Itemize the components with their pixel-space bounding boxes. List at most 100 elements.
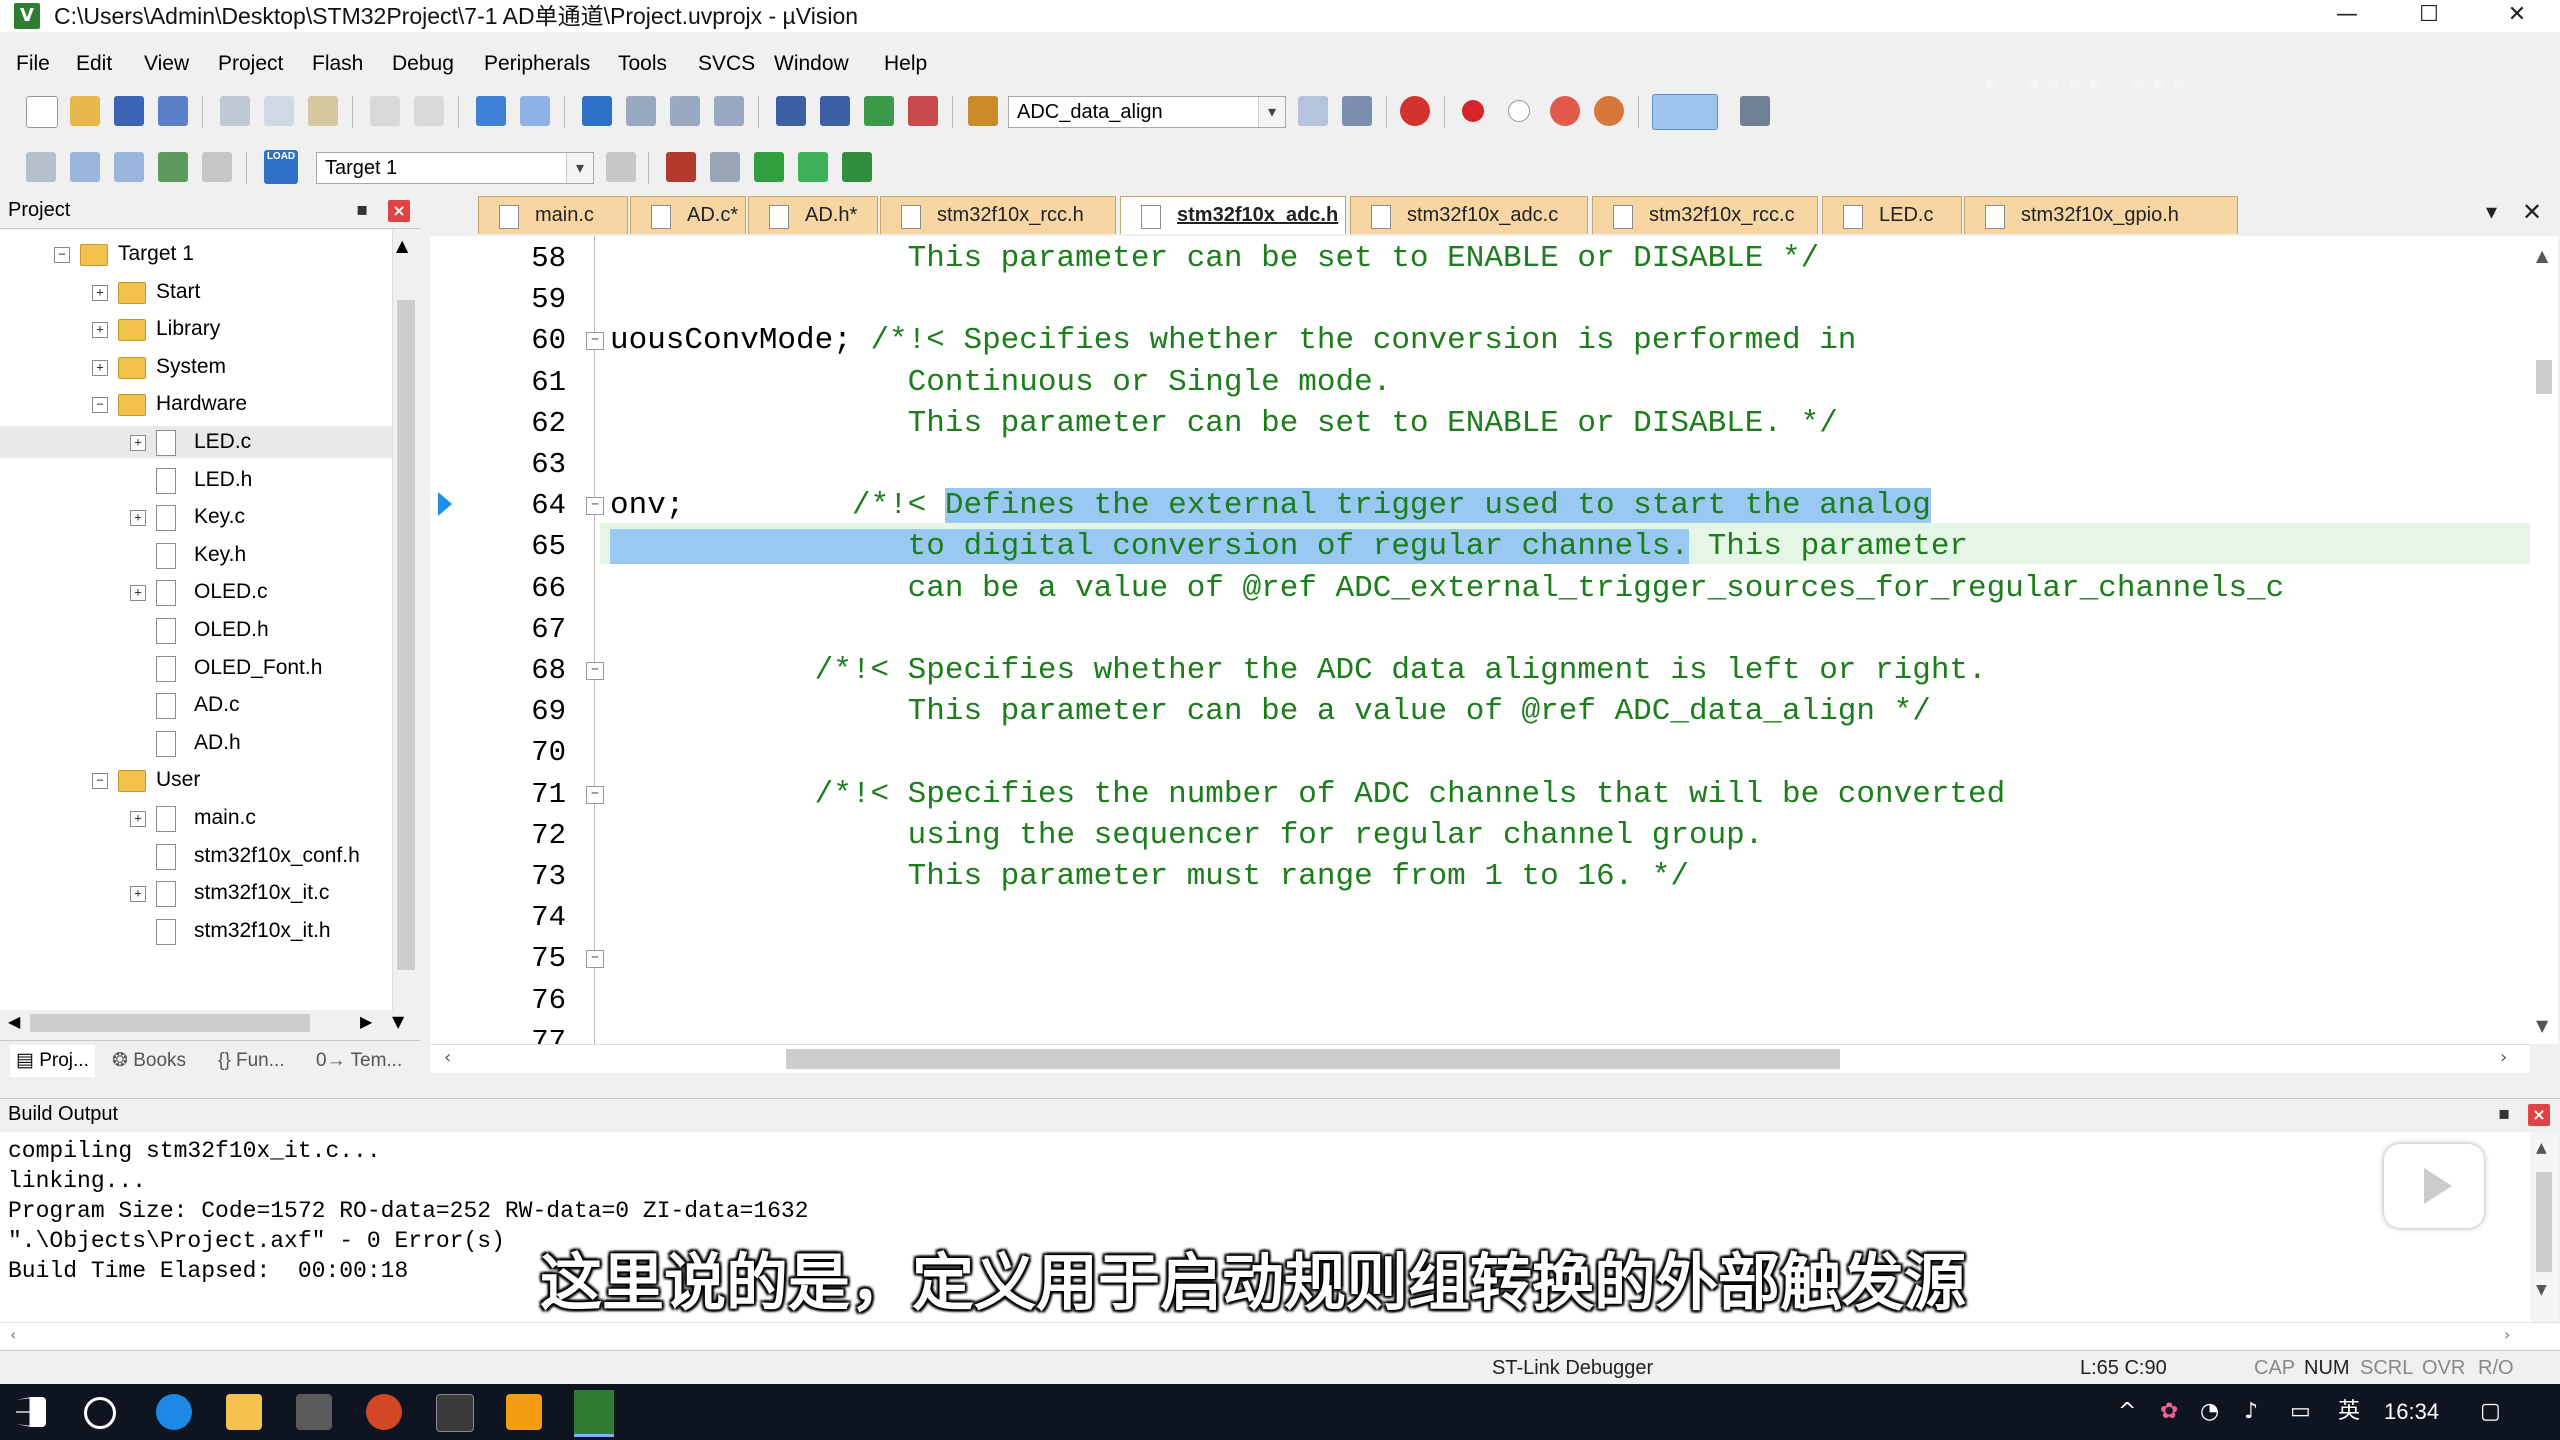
editor-tab[interactable]: stm32f10x_rcc.c	[1592, 196, 1818, 234]
tree-file[interactable]: + LED.c	[0, 426, 392, 458]
scrollbar-thumb[interactable]	[2536, 360, 2552, 394]
scroll-down-icon[interactable]: ▼	[2536, 1016, 2548, 1035]
project-horizontal-scrollbar[interactable]: ◀ ▶ ▼	[0, 1010, 418, 1036]
build-output-horizontal-scrollbar[interactable]: ‹ ›	[0, 1322, 2560, 1349]
notifications-icon[interactable]: ▢	[2480, 1384, 2501, 1440]
new-file-icon[interactable]	[26, 96, 58, 128]
fold-toggle-icon[interactable]: −	[586, 332, 604, 351]
tree-file[interactable]: + stm32f10x_it.c	[0, 877, 392, 909]
tab-project[interactable]: ▤ Proj...	[10, 1045, 95, 1077]
clear-bookmarks-icon[interactable]	[714, 96, 744, 126]
build-output-scrollbar[interactable]: ▲ ▼	[2530, 1132, 2558, 1322]
editor-tab[interactable]: AD.h*	[748, 196, 878, 234]
batch-build-icon[interactable]	[158, 152, 188, 182]
scroll-up-icon[interactable]: ▲	[396, 236, 408, 255]
code-editor[interactable]: 58 59 60 61 62 63 64 65 66 67 68 69 70 71 72 73 74 75 76 77…	[430, 236, 2530, 1044]
network-icon[interactable]: ◔	[2200, 1384, 2219, 1440]
collapse-icon[interactable]: −	[92, 397, 108, 414]
target-options-icon[interactable]	[606, 152, 636, 182]
tree-file[interactable]: stm32f10x_conf.h	[0, 840, 392, 872]
open-folder-icon[interactable]	[70, 96, 100, 126]
start-debug-icon[interactable]	[1400, 96, 1430, 126]
camera-app-icon[interactable]	[296, 1394, 332, 1430]
search-icon[interactable]	[84, 1397, 116, 1429]
scroll-up-icon[interactable]: ▲	[2536, 246, 2548, 265]
powerpoint-icon[interactable]	[366, 1394, 402, 1430]
file-extensions-icon[interactable]	[666, 152, 696, 182]
expand-icon[interactable]: +	[92, 284, 108, 301]
expand-icon[interactable]: +	[130, 585, 146, 602]
chevron-down-icon[interactable]: ▾	[566, 153, 593, 183]
expand-icon[interactable]: +	[130, 435, 146, 451]
disable-all-breakpoints-icon[interactable]	[1550, 96, 1580, 126]
ime-indicator[interactable]: 英	[2338, 1384, 2360, 1440]
code-line[interactable]: uousConvMode; /*!< Specifies whether the…	[610, 320, 1856, 361]
tab-functions[interactable]: {} Fun...	[218, 1045, 285, 1077]
code-line[interactable]: This parameter must range from 1 to 16. …	[610, 856, 1689, 897]
close-tab-icon[interactable]: ✕	[2522, 198, 2542, 226]
fold-toggle-icon[interactable]: −	[586, 950, 604, 969]
download-load-icon[interactable]: LOAD	[264, 150, 298, 184]
sublime-text-icon[interactable]	[506, 1394, 542, 1430]
menu-project[interactable]: Project	[218, 46, 283, 82]
scroll-down-icon[interactable]: ▼	[392, 1012, 404, 1031]
collapse-icon[interactable]: −	[54, 247, 70, 263]
minimize-button[interactable]: —	[2318, 0, 2376, 32]
tree-file[interactable]: AD.c	[0, 689, 392, 721]
select-packs-icon[interactable]	[754, 152, 784, 182]
menu-svcs[interactable]: SVCS	[698, 46, 755, 82]
edge-browser-icon[interactable]	[156, 1394, 192, 1430]
translate-icon[interactable]	[26, 152, 56, 182]
manage-rte-icon[interactable]	[710, 152, 740, 182]
menu-tools[interactable]: Tools	[618, 46, 667, 82]
editor-tab[interactable]: stm32f10x_adc.h	[1120, 196, 1346, 234]
close-panel-icon[interactable]: ×	[388, 200, 410, 222]
editor-tab[interactable]: main.c	[478, 196, 628, 234]
code-line[interactable]: /*!< Specifies the number of ADC channel…	[610, 774, 2006, 815]
menu-window[interactable]: Window	[774, 46, 849, 82]
uncomment-icon[interactable]	[908, 96, 938, 126]
save-all-icon[interactable]	[158, 96, 188, 126]
uvision-taskbar-icon[interactable]	[574, 1390, 614, 1437]
fold-toggle-icon[interactable]: −	[586, 662, 604, 680]
copy-icon[interactable]	[264, 96, 294, 126]
window-layout-icon[interactable]	[1652, 94, 1718, 130]
tree-folder[interactable]: + Library	[0, 313, 392, 345]
nav-forward-icon[interactable]	[520, 96, 550, 126]
close-panel-icon[interactable]: ×	[2528, 1104, 2550, 1126]
tree-file[interactable]: LED.h	[0, 464, 392, 496]
scroll-left-icon[interactable]: ‹	[444, 1047, 451, 1068]
tray-chevron-icon[interactable]: ^	[2118, 1384, 2136, 1440]
nav-back-icon[interactable]	[476, 96, 506, 126]
editor-vertical-scrollbar[interactable]: ▲ ▼	[2530, 236, 2558, 1044]
tree-file[interactable]: + main.c	[0, 802, 392, 834]
tab-books[interactable]: ❂ Books	[112, 1045, 186, 1077]
code-line[interactable]: This parameter can be set to ENABLE or D…	[610, 238, 1820, 279]
tab-list-chevron-icon[interactable]: ▾	[2486, 200, 2497, 225]
undo-icon[interactable]	[370, 96, 400, 126]
menu-view[interactable]: View	[144, 46, 189, 82]
tab-templates[interactable]: 0→ Tem...	[316, 1045, 402, 1077]
tree-file[interactable]: + OLED.c	[0, 576, 392, 608]
scrollbar-thumb[interactable]	[397, 300, 415, 970]
fold-toggle-icon[interactable]: −	[586, 497, 604, 516]
maximize-button[interactable]: ☐	[2400, 0, 2458, 32]
tree-folder[interactable]: − Hardware	[0, 388, 392, 420]
tree-folder[interactable]: + Start	[0, 276, 392, 308]
indent-icon[interactable]	[776, 96, 806, 126]
pack-installer-icon[interactable]	[798, 152, 828, 182]
code-line[interactable]: Continuous or Single mode.	[610, 362, 1392, 403]
redo-icon[interactable]	[414, 96, 444, 126]
tree-file[interactable]: OLED.h	[0, 614, 392, 646]
tree-file[interactable]: Key.h	[0, 539, 392, 571]
tray-app-icon[interactable]: ✿	[2160, 1384, 2178, 1440]
fold-toggle-icon[interactable]: −	[586, 785, 604, 804]
windows-start-icon[interactable]	[16, 1397, 46, 1427]
editor-tab[interactable]: AD.c*	[630, 196, 746, 234]
expand-icon[interactable]: +	[92, 359, 108, 376]
configure-wrench-icon[interactable]	[1740, 96, 1770, 126]
code-line[interactable]: can be a value of @ref ADC_external_trig…	[610, 568, 2285, 609]
editor-tab[interactable]: LED.c	[1822, 196, 1962, 234]
menu-flash[interactable]: Flash	[312, 46, 363, 82]
menu-peripherals[interactable]: Peripherals	[484, 46, 590, 82]
